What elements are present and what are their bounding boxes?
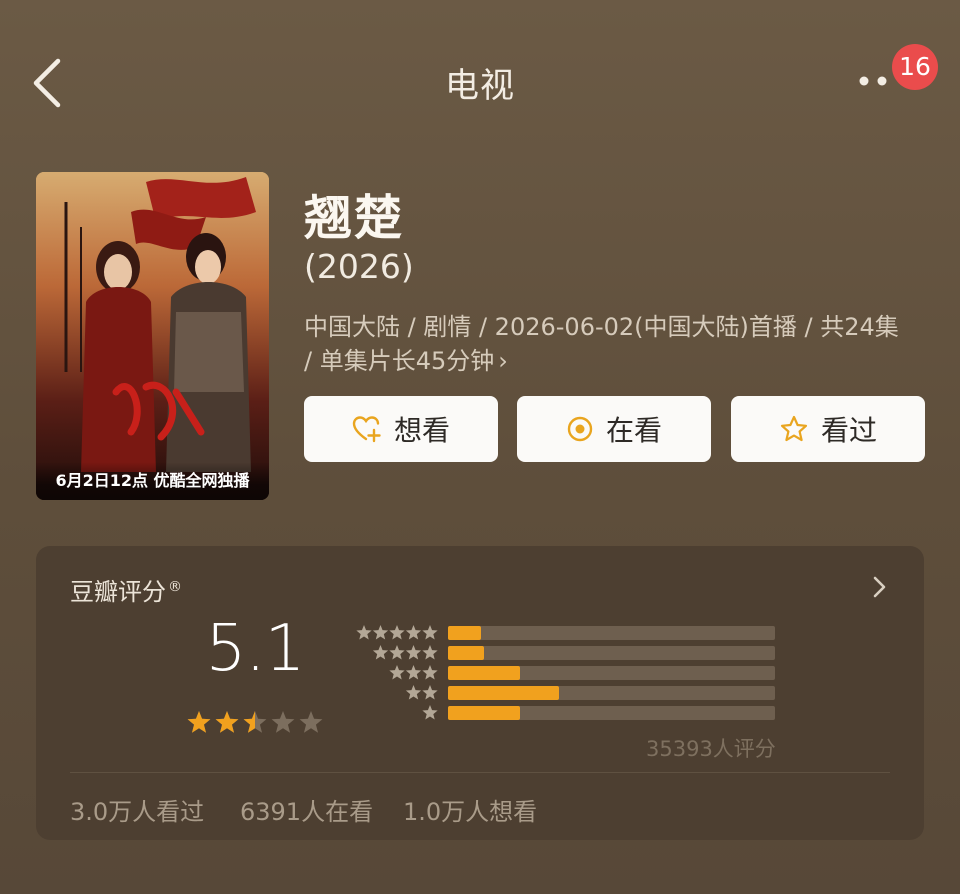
stat-want: 1.0万人想看	[403, 798, 538, 826]
mini-star	[405, 685, 422, 700]
mini-star	[422, 705, 438, 720]
star-row-label-1	[422, 705, 438, 720]
mini-star	[405, 625, 422, 640]
page-title: 电视	[445, 66, 515, 106]
show-meta-link[interactable]: 中国大陆 / 剧情 / 2026-06-02(中国大陆)首播 / 共24集 / …	[304, 310, 914, 378]
stat-watched: 3.0万人看过	[70, 798, 205, 826]
poster-image[interactable]: 6月2日12点 优酷全网独播	[36, 172, 269, 500]
target-circle-icon	[567, 416, 593, 442]
heart-plus-icon	[352, 416, 381, 443]
rating-bar-fill	[448, 666, 520, 680]
mini-star	[389, 645, 405, 660]
notification-badge[interactable]: 16	[892, 44, 938, 90]
vote-count: 35393人评分	[646, 737, 776, 761]
poster-caption: 6月2日12点 优酷全网独播	[36, 462, 269, 500]
chevron-right-icon[interactable]	[870, 574, 888, 600]
divider	[70, 772, 890, 773]
watching-button[interactable]: 在看	[517, 396, 711, 462]
score-star	[299, 711, 323, 733]
star-outline-icon	[780, 415, 808, 442]
star-row-label-2	[405, 685, 438, 700]
poster-artwork	[36, 172, 269, 500]
rating-bar-5	[448, 626, 775, 640]
want-to-watch-button[interactable]: 想看	[304, 396, 498, 462]
want-to-watch-label: 想看	[393, 414, 450, 447]
mini-star	[372, 645, 389, 660]
score-stars	[187, 711, 323, 733]
star-row-label-5	[356, 625, 438, 640]
mini-star	[389, 625, 405, 640]
rating-bar-1	[448, 706, 775, 720]
rating-bar-fill	[448, 626, 481, 640]
stat-watching: 6391人在看	[240, 798, 374, 826]
rating-bar-4	[448, 646, 775, 660]
mini-star	[405, 665, 422, 680]
rating-score: 5.1	[205, 612, 306, 686]
score-star-fill	[187, 711, 211, 733]
rating-title-text: 豆瓣评分	[70, 578, 166, 606]
score-star-fill	[215, 711, 239, 733]
registered-mark: ®	[168, 579, 182, 595]
star-row-label-3	[389, 665, 438, 680]
score-star	[271, 711, 295, 733]
show-title: 翘楚	[304, 190, 405, 246]
chevron-right-icon: ›	[498, 347, 508, 375]
mini-star	[422, 665, 438, 680]
rating-bar-2	[448, 686, 775, 700]
mini-star	[389, 665, 405, 680]
rating-title: 豆瓣评分 ®	[70, 572, 182, 607]
more-dots-icon[interactable]	[858, 75, 894, 87]
watched-button[interactable]: 看过	[731, 396, 925, 462]
show-year: (2026)	[304, 247, 414, 286]
star-row-label-4	[372, 645, 438, 660]
rating-bar-fill	[448, 686, 560, 700]
mini-star	[422, 685, 438, 700]
mini-star	[372, 625, 389, 640]
mini-star	[356, 625, 372, 640]
rating-bar-3	[448, 666, 775, 680]
rating-bar-fill	[448, 646, 484, 660]
mini-star	[422, 625, 438, 640]
watching-label: 在看	[605, 414, 662, 447]
rating-bar-fill	[448, 706, 520, 720]
mini-star	[405, 645, 422, 660]
mini-star	[422, 645, 438, 660]
watched-label: 看过	[820, 414, 877, 447]
show-meta-text: 中国大陆 / 剧情 / 2026-06-02(中国大陆)首播 / 共24集 / …	[304, 313, 899, 375]
